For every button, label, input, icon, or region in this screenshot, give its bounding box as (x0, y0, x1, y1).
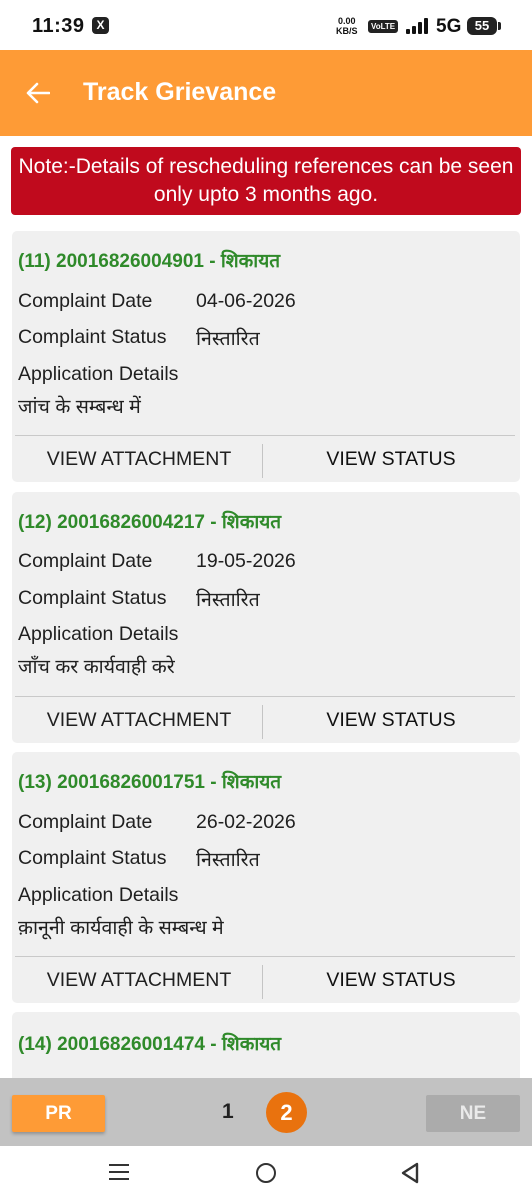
application-details-value: जाँच कर कार्यवाही करे (18, 656, 175, 678)
card-divider (15, 435, 515, 436)
grievance-card: (11) 20016826004901 - शिकायत Complaint D… (12, 231, 520, 482)
recent-apps-icon[interactable] (109, 1164, 129, 1180)
complaint-date-value: 26-02-2026 (196, 811, 296, 833)
page-number-2-current[interactable]: 2 (266, 1092, 307, 1133)
complaint-status-value: निस्तारित (196, 849, 260, 871)
view-status-button[interactable]: VIEW STATUS (264, 958, 518, 1003)
application-details-label: Application Details (18, 363, 179, 385)
signal-icon (406, 18, 430, 34)
complaint-date-label: Complaint Date (18, 811, 153, 833)
button-divider (262, 444, 263, 478)
network-speed-unit: KB/S (336, 26, 358, 36)
view-status-button[interactable]: VIEW STATUS (264, 437, 518, 482)
network-speed-value: 0.00 (337, 16, 356, 26)
grievance-title[interactable]: (11) 20016826004901 - शिकायत (18, 247, 280, 273)
battery-icon: 55 (467, 17, 497, 35)
complaint-date-value: 04-06-2026 (196, 290, 296, 312)
view-status-button[interactable]: VIEW STATUS (264, 698, 518, 743)
battery-tip (498, 22, 501, 30)
grievance-title[interactable]: (13) 20016826001751 - शिकायत (18, 768, 281, 794)
complaint-date-label: Complaint Date (18, 290, 153, 312)
grievance-title[interactable]: (12) 20016826004217 - शिकायत (18, 508, 281, 534)
back-triangle-icon[interactable] (400, 1162, 420, 1184)
page-title: Track Grievance (83, 78, 277, 106)
next-page-button[interactable]: NE (426, 1095, 520, 1132)
app-bar: Track Grievance (0, 50, 532, 136)
system-nav-bar (0, 1146, 532, 1200)
grievance-card: (12) 20016826004217 - शिकायत Complaint D… (12, 492, 520, 743)
volte-icon: VoLTE (368, 20, 399, 33)
view-attachment-button[interactable]: VIEW ATTACHMENT (16, 698, 262, 743)
prev-page-button[interactable]: PR (12, 1095, 105, 1132)
note-banner: Note:-Details of rescheduling references… (11, 147, 521, 215)
application-details-label: Application Details (18, 623, 179, 645)
button-divider (262, 705, 263, 739)
x-app-icon: X (92, 17, 109, 34)
status-time: 11:39 (32, 15, 85, 37)
complaint-date-value: 19-05-2026 (196, 550, 296, 572)
view-attachment-button[interactable]: VIEW ATTACHMENT (16, 437, 262, 482)
view-attachment-button[interactable]: VIEW ATTACHMENT (16, 958, 262, 1003)
grievance-card: (14) 20016826001474 - शिकायत (12, 1012, 520, 1078)
network-type: 5G (436, 16, 462, 37)
back-arrow-icon[interactable] (26, 82, 50, 104)
card-divider (15, 956, 515, 957)
home-icon[interactable] (256, 1163, 276, 1183)
complaint-status-label: Complaint Status (18, 587, 167, 609)
page-number-1[interactable]: 1 (222, 1100, 234, 1124)
complaint-date-label: Complaint Date (18, 550, 153, 572)
grievance-title[interactable]: (14) 20016826001474 - शिकायत (18, 1030, 281, 1056)
pagination-bar: PR 1 2 NE (0, 1078, 532, 1146)
complaint-status-label: Complaint Status (18, 847, 167, 869)
application-details-value: क़ानूनी कार्यवाही के सम्बन्ध मे (18, 917, 224, 939)
complaint-status-value: निस्तारित (196, 589, 260, 611)
application-details-label: Application Details (18, 884, 179, 906)
status-bar: 11:39 X 0.00 KB/S VoLTE 5G 55 (0, 0, 532, 50)
network-speed: 0.00 KB/S (336, 16, 358, 36)
complaint-status-value: निस्तारित (196, 328, 260, 350)
button-divider (262, 965, 263, 999)
complaint-status-label: Complaint Status (18, 326, 167, 348)
application-details-value: जांच के सम्बन्ध में (18, 396, 141, 418)
grievance-card: (13) 20016826001751 - शिकायत Complaint D… (12, 752, 520, 1003)
card-divider (15, 696, 515, 697)
